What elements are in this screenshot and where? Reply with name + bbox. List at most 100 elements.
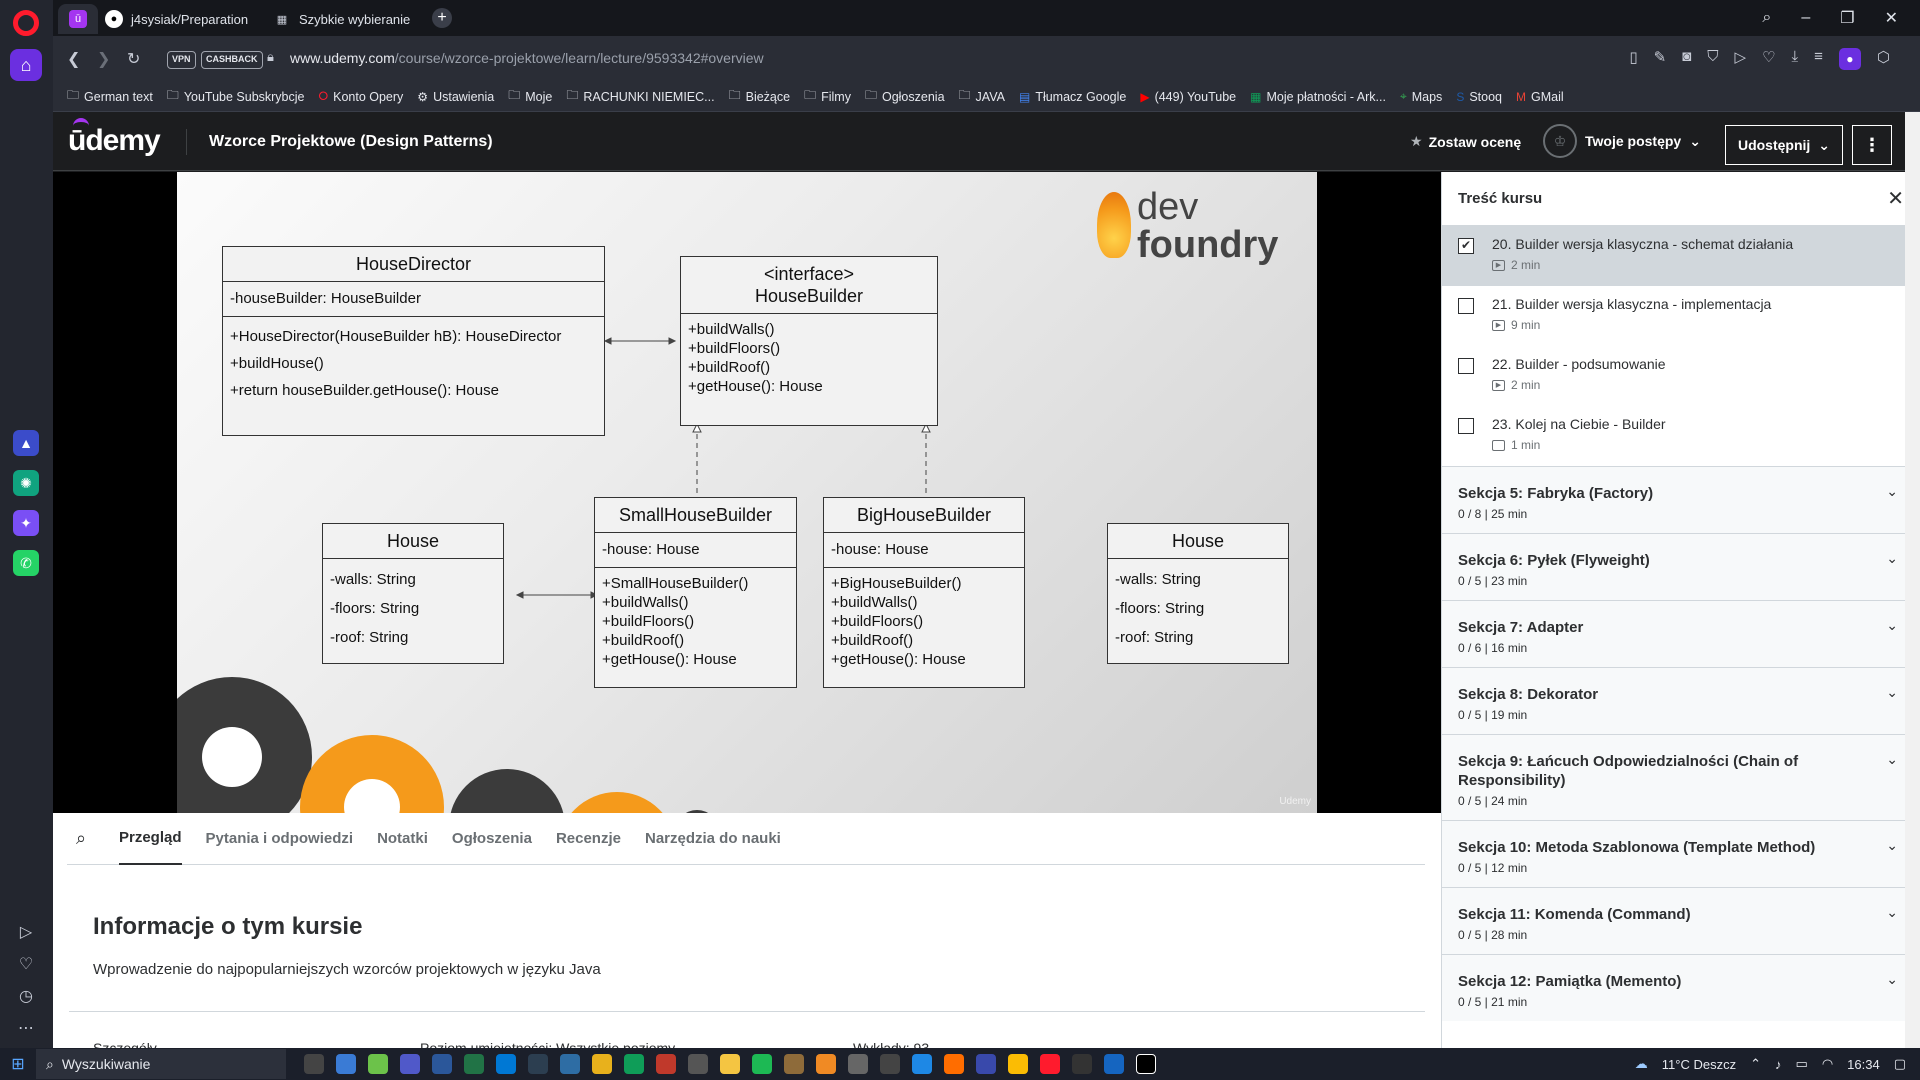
close-icon[interactable]: ✕ [1885, 8, 1898, 28]
vscode-icon[interactable] [496, 1054, 516, 1074]
chevron-up-icon[interactable]: ⌃ [1750, 1056, 1761, 1072]
explorer-icon[interactable] [720, 1054, 740, 1074]
tab-speed-dial[interactable]: ▦ Szybkie wybieranie [263, 4, 428, 34]
lesson-item[interactable]: 22. Builder - podsumowanie ▶ 2 min [1442, 346, 1920, 406]
content-tab[interactable]: Przegląd [119, 813, 182, 865]
chevron-down-icon[interactable]: ⌄ [1886, 971, 1898, 988]
section-item[interactable]: Sekcja 10: Metoda Szablonowa (Template M… [1442, 820, 1920, 887]
bookmark-item[interactable]: 🗀︎ Moje [508, 86, 552, 107]
taskbar-search[interactable]: ⌕ Wyszukiwanie [36, 1049, 286, 1079]
content-tab[interactable]: Pytania i odpowiedzi [206, 813, 354, 865]
new-tab-button[interactable]: + [432, 8, 452, 28]
section-item[interactable]: Sekcja 11: Komenda (Command) 0 / 5 | 28 m… [1442, 887, 1920, 954]
lesson-checkbox[interactable] [1458, 358, 1474, 374]
app-icon[interactable] [368, 1054, 388, 1074]
extensions-icon[interactable]: ⬡ [1877, 48, 1890, 70]
app-icon[interactable] [784, 1054, 804, 1074]
section-item[interactable]: Sekcja 12: Pamiątka (Memento) 0 / 5 | 21 … [1442, 954, 1920, 1021]
app-icon[interactable] [912, 1054, 932, 1074]
lesson-item[interactable]: ✔ 20. Builder wersja klasyczna - schemat … [1442, 226, 1920, 286]
cashback-badge[interactable]: CASHBACK [201, 51, 263, 69]
bookmark-item[interactable]: 🗀︎ German text [67, 86, 153, 107]
more-icon[interactable]: ⋯ [14, 1016, 38, 1040]
history-icon[interactable]: ◷ [14, 984, 38, 1008]
section-item[interactable]: Sekcja 8: Dekorator 0 / 5 | 19 min ⌄ [1442, 667, 1920, 734]
vlc-icon[interactable] [816, 1054, 836, 1074]
chatgpt-icon[interactable]: ✺ [13, 470, 39, 496]
whatsapp-icon[interactable]: ✆ [13, 550, 39, 576]
content-tab[interactable]: Narzędzia do nauki [645, 813, 781, 865]
home-icon[interactable]: ⌂ [10, 49, 42, 81]
url-field[interactable]: www.udemy.com/course/wzorce-projektowe/l… [290, 50, 764, 66]
more-options-button[interactable]: ⋮ [1852, 125, 1892, 165]
app-icon[interactable] [1104, 1054, 1124, 1074]
lesson-checkbox[interactable] [1458, 298, 1474, 314]
bookmark-item[interactable]: 🗀︎ Bieżące [729, 86, 791, 107]
wifi-icon[interactable]: ◠ [1822, 1056, 1833, 1072]
chevron-down-icon[interactable]: ⌄ [1886, 483, 1898, 500]
share-button[interactable]: Udostępnij ⌄ [1725, 125, 1843, 165]
course-title[interactable]: Wzorce Projektowe (Design Patterns) [209, 133, 493, 151]
lesson-item[interactable]: 23. Kolej na Ciebie - Builder 1 min [1442, 406, 1920, 466]
terminal-icon[interactable] [528, 1054, 548, 1074]
app-icon[interactable] [656, 1054, 676, 1074]
profile-icon[interactable]: ● [1838, 48, 1861, 70]
battery-icon[interactable]: ▭ [1796, 1056, 1808, 1072]
app-icon[interactable] [944, 1054, 964, 1074]
windows-start-icon[interactable]: ⊞ [0, 1054, 36, 1074]
lesson-checkbox[interactable] [1458, 418, 1474, 434]
bookmark-item[interactable]: ▦ Moje płatności - Ark... [1250, 90, 1386, 104]
chevron-down-icon[interactable]: ⌄ [1886, 904, 1898, 921]
rate-button[interactable]: ★ Zostaw ocenę [1410, 133, 1521, 150]
reader-icon[interactable]: ▯ [1629, 48, 1637, 70]
opera-logo-icon[interactable] [13, 10, 39, 36]
opera-icon[interactable] [1040, 1054, 1060, 1074]
content-tab[interactable]: Notatki [377, 813, 428, 865]
tab-github[interactable]: ● j4sysiak/Preparation [95, 4, 265, 34]
restore-icon[interactable]: ❐ [1840, 8, 1854, 28]
app-icon[interactable] [560, 1054, 580, 1074]
bookmark-item[interactable]: M GMail [1516, 90, 1564, 104]
excel-icon[interactable] [464, 1054, 484, 1074]
udemy-tab-icon[interactable]: ū [58, 4, 98, 34]
menu-icon[interactable]: ≡ [1814, 48, 1823, 70]
edge-icon[interactable] [624, 1054, 644, 1074]
app-icon[interactable] [976, 1054, 996, 1074]
progress-button[interactable]: ♔ Twoje postępy ⌄ [1543, 124, 1701, 158]
app-icon[interactable] [848, 1054, 868, 1074]
close-icon[interactable]: ✕ [1887, 186, 1904, 211]
bookmark-item[interactable]: 🗀︎ Filmy [804, 86, 851, 107]
teams-icon[interactable] [400, 1054, 420, 1074]
app-icon[interactable] [592, 1054, 612, 1074]
back-icon[interactable]: ❮ [67, 49, 80, 69]
spotify-icon[interactable] [752, 1054, 772, 1074]
bookmark-item[interactable]: 🗀︎ Ogłoszenia [865, 86, 945, 107]
vpn-badge[interactable]: VPN [167, 51, 196, 69]
forward-icon[interactable]: ❯ [97, 49, 110, 69]
intellij-icon[interactable] [1136, 1054, 1156, 1074]
chrome-icon[interactable] [1008, 1054, 1028, 1074]
heart-icon[interactable]: ♡ [1762, 48, 1775, 70]
bookmark-item[interactable]: ⚙︎ Ustawienia [417, 90, 494, 104]
weather-text[interactable]: 11°C Deszcz [1662, 1057, 1736, 1072]
chevron-down-icon[interactable]: ⌄ [1886, 837, 1898, 854]
app-icon[interactable] [336, 1054, 356, 1074]
shield-icon[interactable]: ⛉ [1707, 48, 1718, 70]
lesson-item[interactable]: 21. Builder wersja klasyczna - implement… [1442, 286, 1920, 346]
udemy-logo[interactable]: ūdemy [68, 124, 161, 158]
clock-time[interactable]: 16:34 [1847, 1057, 1880, 1072]
word-icon[interactable] [432, 1054, 452, 1074]
bookmark-item[interactable]: S Stooq [1456, 90, 1502, 104]
app-icon[interactable] [688, 1054, 708, 1074]
reload-icon[interactable]: ↻ [127, 49, 140, 69]
messenger-icon[interactable]: ✦ [13, 510, 39, 536]
content-tab[interactable]: Ogłoszenia [452, 813, 532, 865]
minimize-icon[interactable]: – [1801, 9, 1810, 27]
page-scrollbar[interactable] [1905, 112, 1920, 1048]
bookmark-item[interactable]: ⌖ Maps [1400, 89, 1442, 104]
chevron-down-icon[interactable]: ⌄ [1886, 751, 1898, 768]
chevron-down-icon[interactable]: ⌄ [1886, 684, 1898, 701]
bookmark-item[interactable]: ▶ (449) YouTube [1140, 90, 1236, 104]
aria-icon[interactable]: ▲ [13, 430, 39, 456]
edit-icon[interactable]: ✎ [1654, 48, 1667, 70]
